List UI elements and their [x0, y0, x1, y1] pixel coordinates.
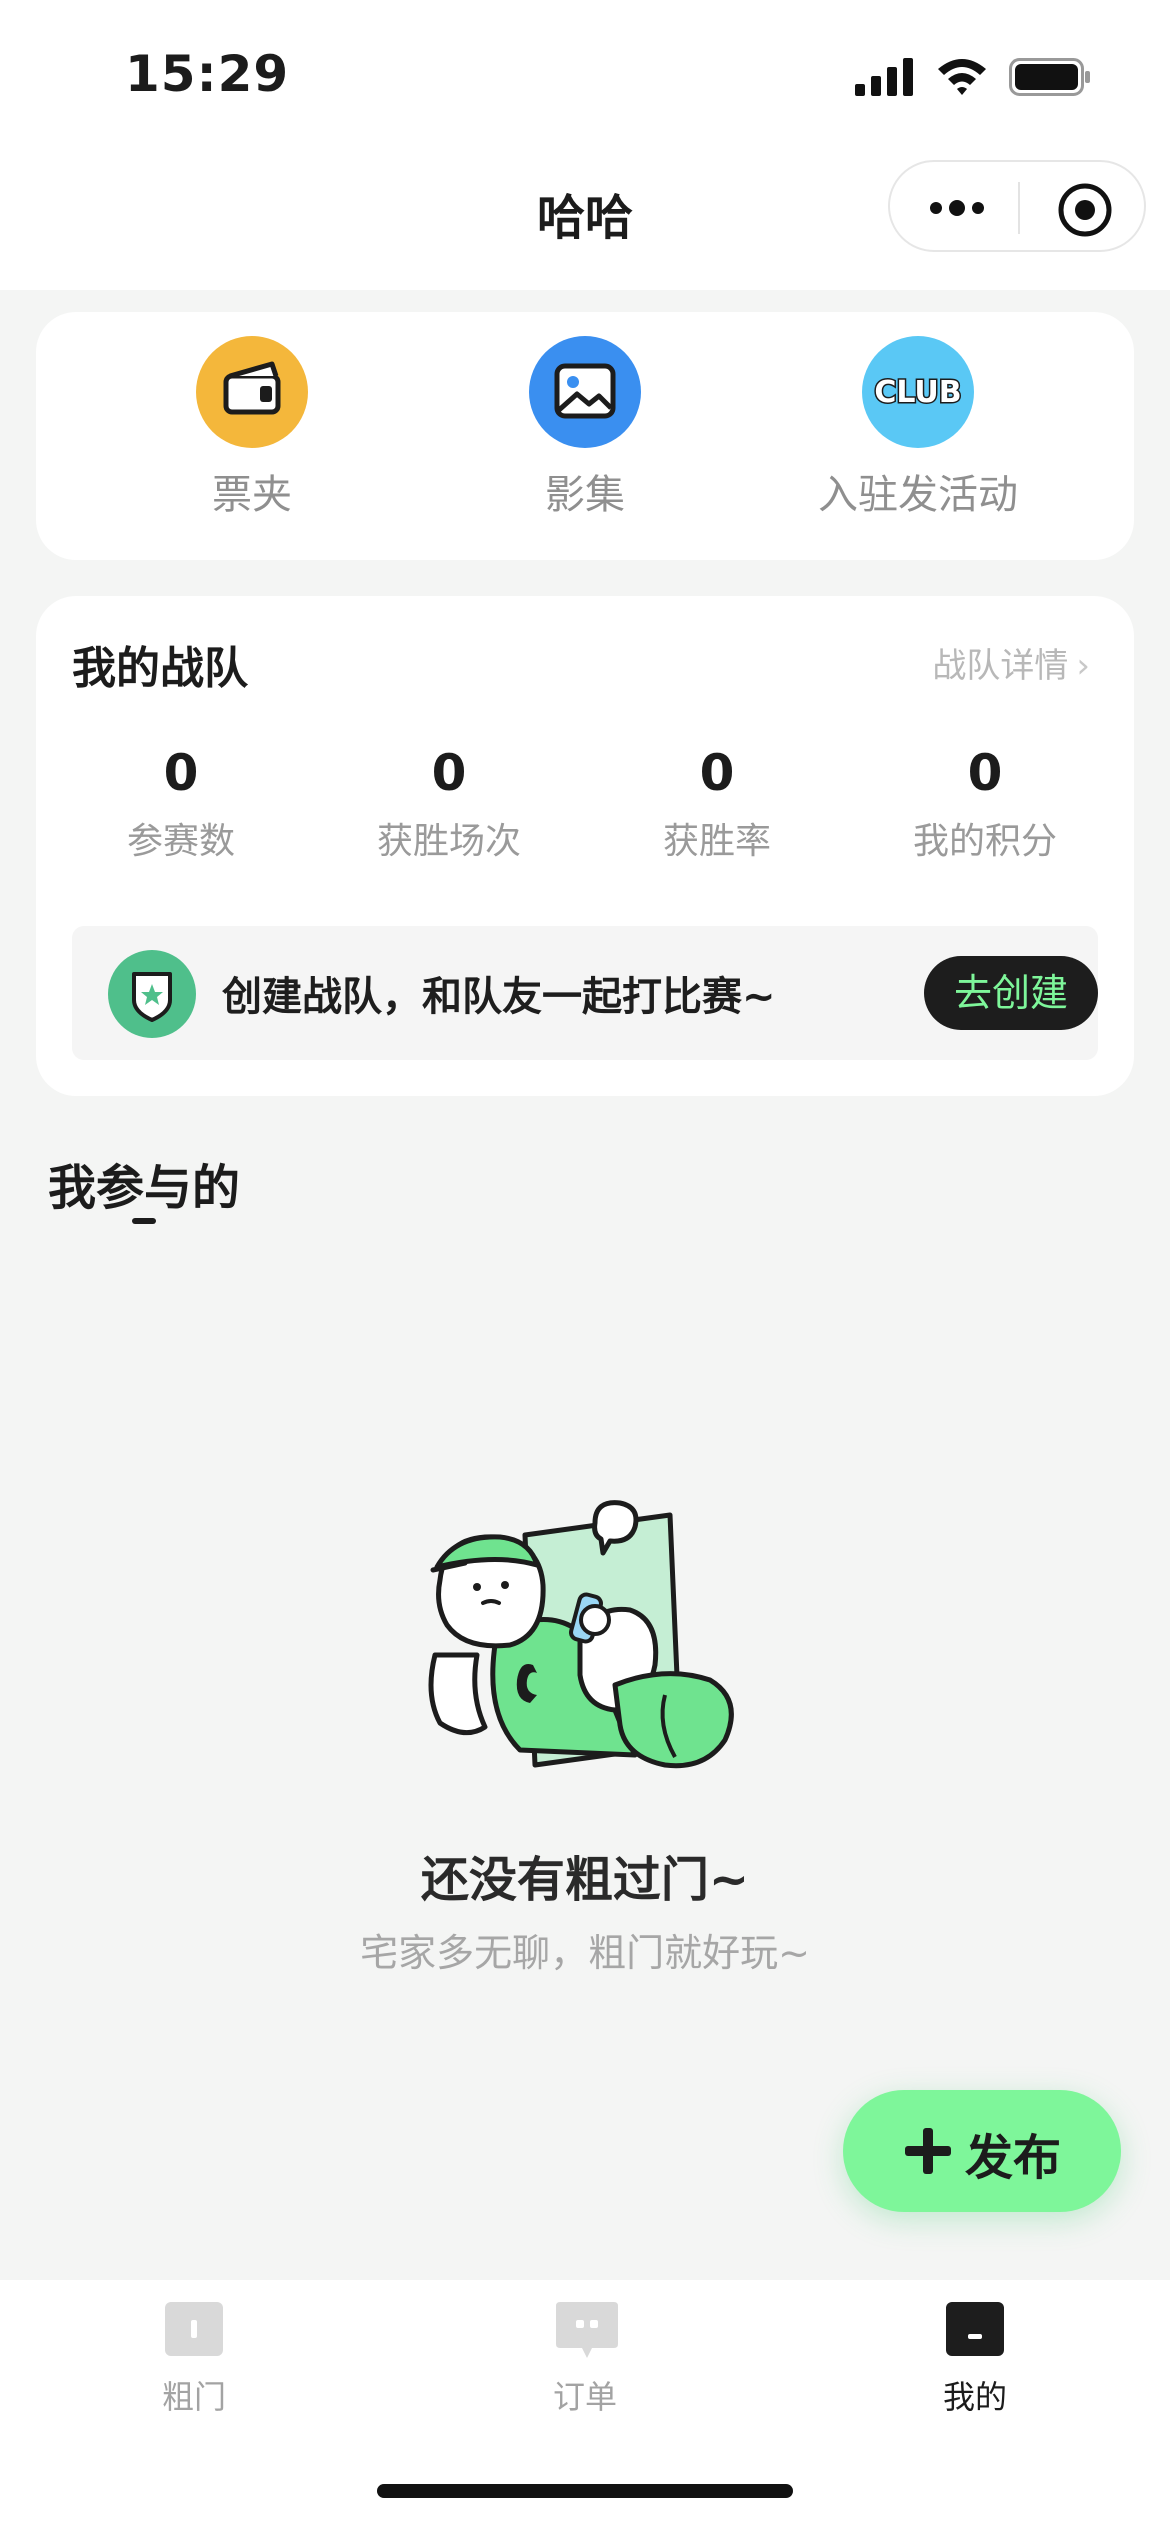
stat-value: 0 — [967, 744, 1003, 802]
tab-home[interactable]: 粗门 — [94, 2302, 294, 2418]
empty-state-mascot-illustration — [428, 1500, 734, 1769]
ticket-wallet-icon — [196, 336, 308, 448]
tab-label: 粗门 — [161, 2378, 226, 2416]
cellular-signal-icon — [855, 58, 913, 96]
my-team-card: 我的战队 战队详情 › 0 参赛数 0 获胜场次 0 获胜率 0 我的积分 创建战… — [36, 596, 1134, 1096]
empty-state-title: 还没有粗过门~ — [420, 1852, 750, 1908]
team-stat-wins: 0 获胜场次 — [349, 744, 549, 864]
more-options-icon[interactable] — [928, 186, 986, 230]
quick-action-ticket-wallet[interactable]: 票夹 — [102, 336, 402, 520]
close-mini-program-icon[interactable] — [1057, 182, 1113, 238]
capsule-divider — [1018, 182, 1020, 234]
club-icon-text: CLUB — [874, 375, 961, 410]
status-time: 15:29 — [125, 45, 290, 103]
navigation-bar: 哈哈 — [0, 150, 1170, 290]
empty-state-subtitle: 宅家多无聊，粗门就好玩~ — [360, 1931, 810, 1975]
quick-action-label: 票夹 — [212, 472, 292, 518]
stat-value: 0 — [699, 744, 735, 802]
quick-action-label: 影集 — [545, 472, 625, 518]
stat-value: 0 — [163, 744, 199, 802]
tab-orders[interactable]: 订单 — [485, 2302, 685, 2418]
photo-album-icon — [529, 336, 641, 448]
create-team-button[interactable]: 去创建 — [924, 956, 1098, 1030]
tab-label: 我的 — [942, 2378, 1007, 2416]
publish-button[interactable]: 发布 — [843, 2090, 1121, 2212]
stat-label: 获胜率 — [662, 821, 771, 862]
team-shield-icon — [108, 950, 196, 1038]
create-team-text: 创建战队，和队友一起打比赛~ — [222, 974, 776, 1020]
home-indicator — [377, 2484, 793, 2498]
publish-button-label: 发布 — [965, 2130, 1062, 2186]
mini-program-capsule — [888, 160, 1146, 252]
quick-actions-card: 票夹 影集 CLUB 入驻发活动 — [36, 312, 1134, 560]
create-team-banner: 创建战队，和队友一起打比赛~ 去创建 — [72, 926, 1098, 1060]
quick-action-label: 入驻发活动 — [818, 472, 1018, 518]
battery-icon — [1009, 58, 1090, 96]
stat-label: 我的积分 — [912, 821, 1057, 862]
stat-label: 参赛数 — [126, 821, 235, 862]
team-detail-label: 战队详情 — [932, 646, 1069, 686]
team-detail-link[interactable]: 战队详情 › — [932, 638, 1090, 687]
wifi-icon — [938, 59, 986, 95]
quick-action-photo-album[interactable]: 影集 — [435, 336, 735, 520]
team-stat-matches: 0 参赛数 — [81, 744, 281, 864]
order-tab-icon — [556, 2302, 618, 2358]
tab-profile[interactable]: 我的 — [875, 2302, 1075, 2418]
status-bar: 15:29 — [0, 0, 1170, 150]
profile-tab-icon — [946, 2302, 1004, 2356]
team-stat-win-rate: 0 获胜率 — [617, 744, 817, 864]
team-title: 我的战队 — [72, 643, 248, 694]
participated-section-title: 我参与的 — [48, 1160, 241, 1216]
club-icon: CLUB — [862, 336, 974, 448]
section-title-underline — [132, 1218, 156, 1224]
tab-label: 订单 — [552, 2378, 617, 2416]
plus-icon — [905, 2128, 951, 2174]
team-stat-points: 0 我的积分 — [885, 744, 1085, 864]
stat-value: 0 — [431, 744, 467, 802]
chevron-right-icon: › — [1076, 646, 1090, 686]
home-tab-icon — [165, 2302, 223, 2356]
stat-label: 获胜场次 — [376, 821, 521, 862]
quick-action-club[interactable]: CLUB 入驻发活动 — [768, 336, 1068, 520]
